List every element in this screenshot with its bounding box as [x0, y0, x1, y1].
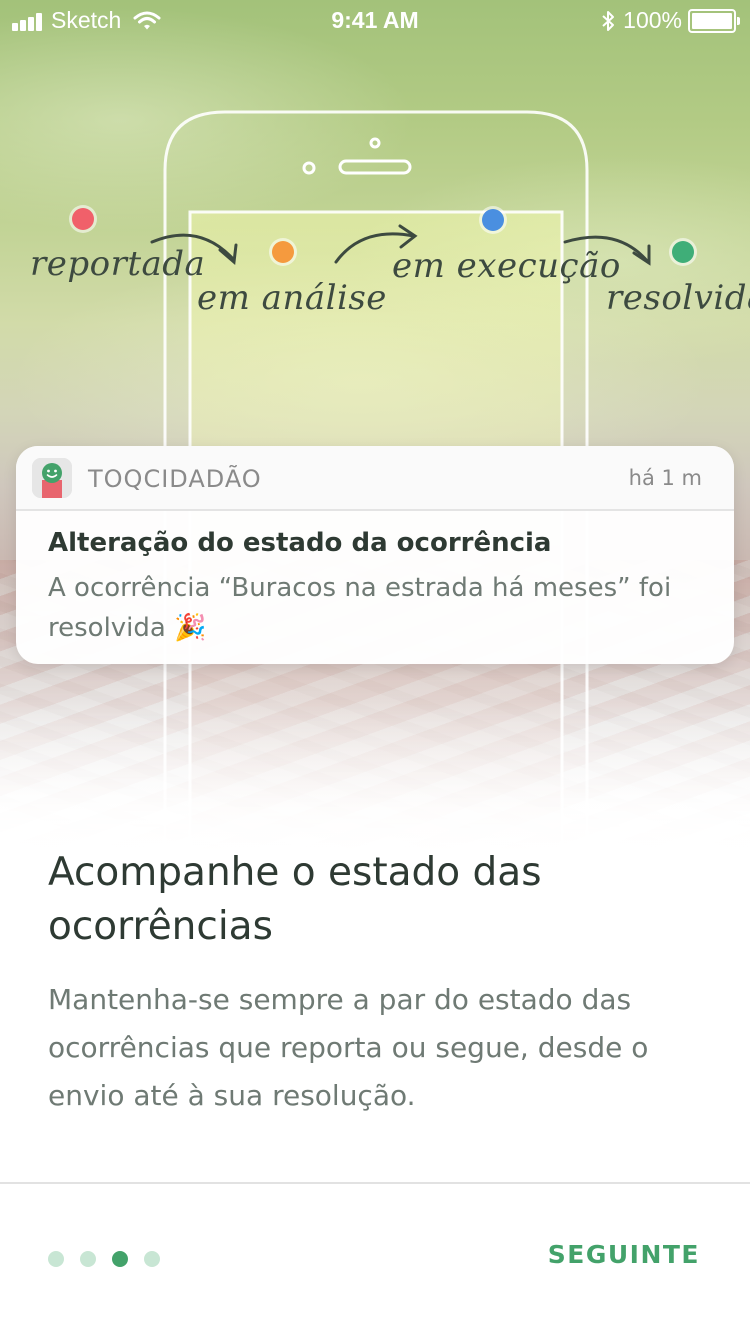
bluetooth-icon: [602, 10, 615, 31]
notification-time: há 1 m: [628, 466, 702, 490]
notification-body: A ocorrência “Buracos na estrada há mese…: [48, 573, 672, 643]
battery-level: [692, 12, 732, 29]
page-indicator: [48, 1251, 176, 1267]
page-title: Acompanhe o estado das ocorrências: [48, 850, 542, 949]
status-bar: Sketch 9:41 AM 100%: [0, 0, 750, 40]
battery-percentage: 100%: [623, 7, 682, 33]
page-dot: [144, 1251, 160, 1267]
flow-arrows-illustration: [150, 224, 651, 266]
app-icon: [32, 458, 72, 498]
page-description: Mantenha-se sempre a par do estado das o…: [48, 983, 649, 1112]
notification-app-name: TOQCIDADÃO: [88, 465, 262, 493]
notification-header: TOQCIDADÃO há 1 m: [16, 446, 734, 511]
page-dot-active: [112, 1251, 128, 1267]
notification-card[interactable]: TOQCIDADÃO há 1 m Alteração do estado da…: [16, 446, 734, 664]
footer-divider: [0, 1182, 750, 1184]
notification-title: Alteração do estado da ocorrência: [48, 528, 552, 558]
page-dot: [80, 1251, 96, 1267]
next-button[interactable]: SEGUINTE: [548, 1240, 700, 1269]
battery-icon: [688, 8, 740, 33]
page-dot: [48, 1251, 64, 1267]
